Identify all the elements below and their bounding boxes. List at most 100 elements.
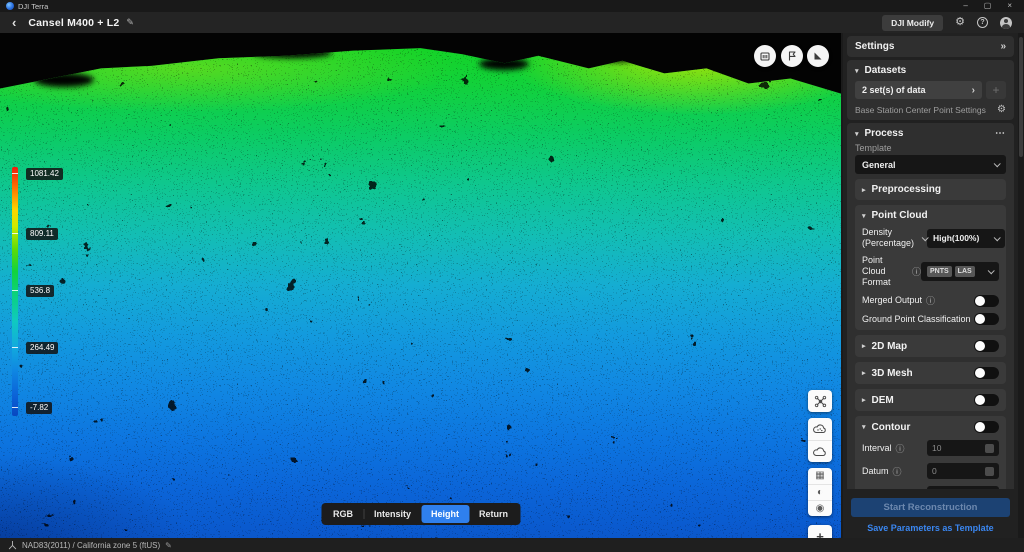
sphere-dot-icon: ◉ [816, 504, 825, 514]
dji-modify-button[interactable]: DJI Modify [882, 15, 943, 31]
interval-label: Interval [862, 443, 892, 454]
datum-info-icon[interactable]: ⓘ [893, 465, 902, 478]
scale-tick [12, 347, 18, 348]
minimize-button[interactable]: – [963, 0, 967, 12]
cloud-layer-button[interactable] [808, 440, 832, 462]
edit-project-name-icon[interactable]: ✎ [126, 17, 134, 28]
density-label-line1: Density [862, 227, 914, 238]
map-2d-toggle[interactable] [974, 340, 999, 352]
point-cloud-render [0, 33, 841, 538]
ground-point-toggle[interactable] [974, 313, 999, 325]
maximize-button[interactable]: ▢ [984, 0, 992, 12]
mode-return-button[interactable]: Return [469, 505, 518, 523]
chevron-right-icon: › [972, 85, 975, 96]
texture-sphere-button[interactable]: ◉ [808, 500, 832, 516]
contour-label: Contour [872, 422, 911, 433]
mode-intensity-button[interactable]: Intensity [364, 505, 421, 523]
template-value: General [862, 160, 896, 170]
template-label: Template [855, 143, 1006, 153]
base-station-settings-label[interactable]: Base Station Center Point Settings [855, 105, 986, 115]
datasets-card: ▾ Datasets 2 set(s) of data › + Base Sta… [847, 60, 1014, 120]
settings-gear-icon[interactable]: ⚙ [955, 16, 965, 29]
mesh-3d-label: 3D Mesh [872, 368, 913, 379]
datasets-section-header[interactable]: ▾ Datasets [855, 65, 1006, 76]
point-cloud-section: ▾ Point Cloud Density (Percentage) High(… [855, 205, 1006, 330]
window-controls: – ▢ × [963, 0, 1018, 12]
point-cloud-speckle [0, 33, 841, 538]
project-title: Cansel M400 + L2 [28, 17, 119, 29]
ground-point-label: Ground Point Classification [862, 314, 971, 325]
datum-input[interactable]: 0 [927, 463, 999, 479]
waypoint-flag-button[interactable] [781, 45, 803, 67]
panel-bottom-actions: Start Reconstruction Save Parameters as … [843, 492, 1018, 538]
start-reconstruction-button[interactable]: Start Reconstruction [851, 498, 1010, 517]
mesh-3d-toggle[interactable] [974, 367, 999, 379]
chevron-right-icon: ▸ [862, 342, 866, 350]
point-cloud-label: Point Cloud [872, 210, 928, 221]
toggle-knob [975, 368, 985, 378]
interval-info-icon[interactable]: ⓘ [896, 442, 905, 455]
save-parameters-link[interactable]: Save Parameters as Template [851, 523, 1010, 533]
dem-toggle[interactable] [974, 394, 999, 406]
merged-output-info-icon[interactable]: ⓘ [926, 294, 935, 307]
contour-toggle[interactable] [974, 421, 999, 433]
app-logo-icon [6, 2, 14, 10]
back-button[interactable]: ‹ [12, 14, 16, 32]
dataset-count-button[interactable]: 2 set(s) of data › [855, 81, 982, 99]
map-2d-header[interactable]: ▸ 2D Map [862, 340, 999, 352]
chevron-down-icon [994, 160, 1001, 167]
collapse-panel-icon[interactable]: » [1000, 41, 1006, 52]
chevron-down-icon: ▾ [862, 212, 866, 220]
contour-header[interactable]: ▾ Contour [862, 421, 999, 433]
process-more-icon[interactable]: ⋯ [995, 128, 1006, 139]
datasets-section-label: Datasets [865, 65, 907, 76]
shading-sphere-button[interactable]: ◐ [808, 484, 832, 500]
format-dropdown[interactable]: PNTS LAS [921, 262, 999, 281]
settings-title: Settings [855, 41, 894, 52]
settings-panel-scroll-area: Settings » ▾ Datasets 2 set(s) of data ›… [843, 33, 1018, 489]
panel-scrollbar-thumb[interactable] [1019, 37, 1023, 157]
chevron-down-icon: ▾ [855, 130, 859, 138]
measure-button[interactable] [807, 45, 829, 67]
cloud-toolbar-group [808, 418, 832, 462]
datum-unit-icon[interactable] [985, 467, 994, 476]
annotation-tools-button[interactable] [754, 45, 776, 67]
zoom-in-button[interactable]: + [808, 525, 832, 538]
preprocessing-section: ▸ Preprocessing [855, 179, 1006, 200]
point-cloud-layer-button[interactable] [808, 418, 832, 440]
scale-tick [12, 173, 18, 174]
interval-unit-icon[interactable] [985, 444, 994, 453]
chevron-down-icon: ▾ [862, 423, 866, 431]
template-dropdown[interactable]: General [855, 155, 1006, 174]
map-2d-section: ▸ 2D Map [855, 335, 1006, 357]
preprocessing-header[interactable]: ▸ Preprocessing [862, 184, 999, 195]
merged-output-label: Merged Output [862, 295, 922, 306]
process-section-header[interactable]: ▾ Process ⋯ [855, 128, 1006, 139]
density-label-line2: (Percentage) [862, 238, 914, 249]
map-2d-label: 2D Map [872, 341, 908, 352]
height-scale-label: 1081.42 [26, 168, 63, 180]
mode-height-button[interactable]: Height [421, 505, 469, 523]
dem-header[interactable]: ▸ DEM [862, 394, 999, 406]
interval-input[interactable]: 10 [927, 440, 999, 456]
mode-rgb-button[interactable]: RGB [323, 505, 363, 523]
density-dropdown[interactable]: High(100%) [927, 229, 1005, 248]
point-cloud-header[interactable]: ▾ Point Cloud [862, 210, 999, 221]
help-icon[interactable]: ? [977, 17, 988, 28]
grid-icon: ▦ [815, 471, 824, 481]
lod-grid-button[interactable]: ▦ [808, 468, 832, 484]
panel-scrollbar[interactable] [1018, 33, 1024, 538]
base-station-gear-icon[interactable]: ⚙ [997, 104, 1006, 115]
merged-output-toggle[interactable] [974, 295, 999, 307]
user-avatar[interactable] [1000, 17, 1012, 29]
format-info-icon[interactable]: ⓘ [912, 265, 921, 278]
mesh-3d-header[interactable]: ▸ 3D Mesh [862, 367, 999, 379]
toggle-knob [975, 314, 985, 324]
dem-section: ▸ DEM [855, 389, 1006, 411]
drone-view-button[interactable] [808, 390, 832, 412]
close-button[interactable]: × [1007, 0, 1012, 12]
elevation-input[interactable] [927, 486, 999, 489]
edit-crs-icon[interactable]: ✎ [165, 541, 172, 550]
point-cloud-viewport[interactable]: 1081.42 809.11 536.8 264.49 -7.82 [0, 33, 841, 538]
add-dataset-button[interactable]: + [986, 81, 1006, 99]
